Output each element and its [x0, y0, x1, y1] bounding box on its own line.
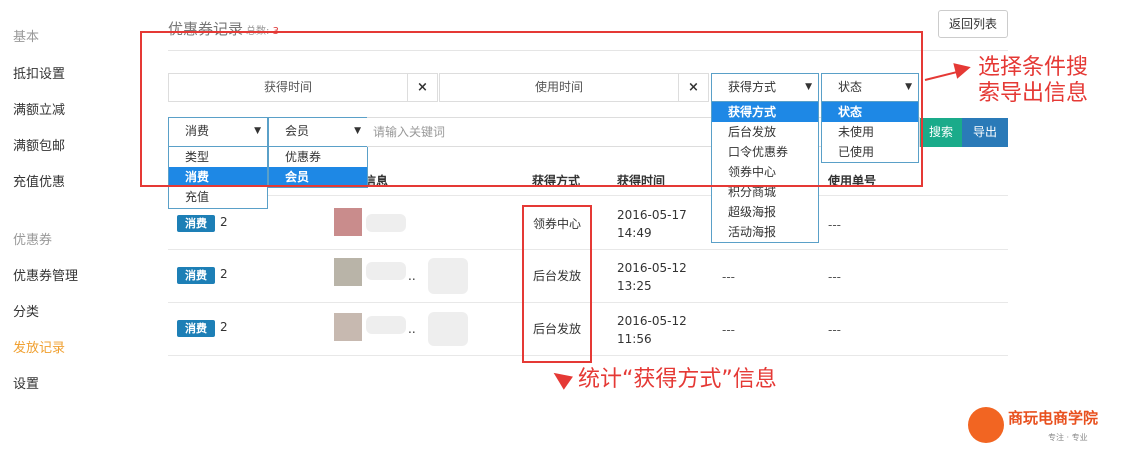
sidebar-section-coupon: 优惠券 [13, 233, 53, 248]
type-badge: 消费 [177, 320, 215, 337]
member-avatar [334, 208, 362, 236]
back-to-list-button[interactable]: 返回列表 [938, 10, 1008, 38]
get-method-option[interactable]: 超级海报 [712, 202, 818, 222]
blurred-member-name [366, 316, 406, 334]
stat-annotation: 统计“获得方式”信息 [578, 367, 777, 392]
sidebar: 基本 抵扣设置 满额立减 满额包邮 充值优惠 优惠券 优惠券管理 分类 发放记录… [0, 0, 150, 451]
name-ellipsis: .. [408, 269, 416, 283]
get-time-cell: 13:25 [617, 279, 652, 293]
row-number: 2 [220, 215, 228, 229]
sidebar-item-deduction[interactable]: 抵扣设置 [13, 63, 65, 82]
arrow-left-icon [549, 366, 573, 390]
blurred-member-name [366, 214, 406, 232]
get-date-cell: 2016-05-17 [617, 208, 687, 222]
sidebar-item-free-shipping[interactable]: 满额包邮 [13, 135, 65, 154]
sidebar-item-recharge-discount[interactable]: 充值优惠 [13, 171, 65, 190]
table-divider [168, 195, 1008, 196]
arrow-right-icon [953, 59, 973, 79]
get-time-cell: 11:56 [617, 332, 652, 346]
blurred-member-info [428, 258, 468, 294]
row-number: 2 [220, 267, 228, 281]
get-time-cell: 14:49 [617, 226, 652, 240]
order-no-cell: --- [828, 323, 841, 337]
blurred-member-name [366, 262, 406, 280]
type-option[interactable]: 充值 [169, 187, 267, 207]
search-annotation-line1: 选择条件搜 [978, 55, 1089, 80]
sidebar-item-category[interactable]: 分类 [13, 301, 39, 320]
blurred-member-info [428, 312, 468, 346]
sidebar-section-basic: 基本 [13, 30, 40, 45]
use-time-cell: --- [722, 270, 735, 284]
type-badge: 消费 [177, 267, 215, 284]
search-annotation-line2: 索导出信息 [978, 81, 1089, 106]
type-badge: 消费 [177, 215, 215, 232]
get-date-cell: 2016-05-12 [617, 314, 687, 328]
order-no-cell: --- [828, 218, 841, 232]
logo: 商玩电商学院 专注 · 专业 [968, 405, 1118, 447]
logo-tagline: 专注 · 专业 [1048, 433, 1088, 442]
logo-emblem-icon [968, 407, 1004, 443]
filter-highlight-box [140, 31, 923, 187]
order-no-cell: --- [828, 270, 841, 284]
use-time-cell: --- [722, 323, 735, 337]
get-method-option[interactable]: 活动海报 [712, 222, 818, 242]
method-highlight-box [522, 205, 592, 363]
sidebar-item-settings[interactable]: 设置 [13, 373, 39, 392]
logo-name: 商玩电商学院 [1008, 409, 1099, 427]
sidebar-item-full-reduction[interactable]: 满额立减 [13, 99, 65, 118]
get-date-cell: 2016-05-12 [617, 261, 687, 275]
member-avatar [334, 258, 362, 286]
sidebar-item-issue-records[interactable]: 发放记录 [13, 337, 65, 356]
row-number: 2 [220, 320, 228, 334]
member-avatar [334, 313, 362, 341]
sidebar-item-coupon-manage[interactable]: 优惠券管理 [13, 265, 78, 284]
name-ellipsis: .. [408, 322, 416, 336]
search-button[interactable]: 搜索 [920, 118, 962, 147]
export-button[interactable]: 导出 [962, 118, 1008, 147]
